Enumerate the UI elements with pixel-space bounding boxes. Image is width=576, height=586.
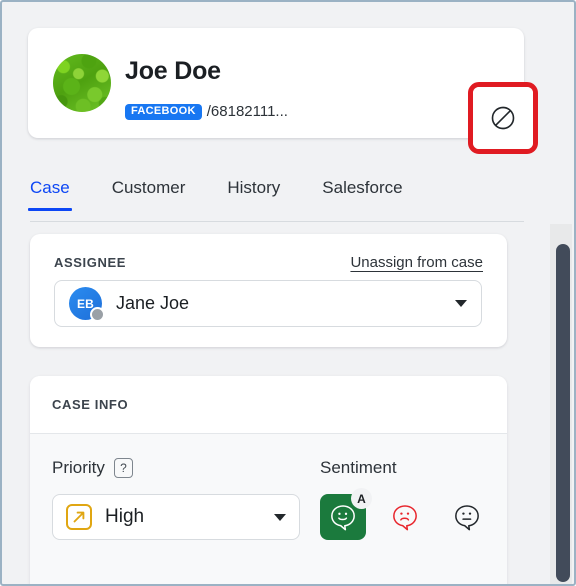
unassign-from-case-link[interactable]: Unassign from case (350, 254, 483, 271)
case-tabs: Case Customer History Salesforce (28, 178, 524, 222)
priority-value: High (105, 506, 145, 527)
priority-help-icon[interactable]: ? (113, 458, 133, 478)
sentiment-auto-badge: A (351, 488, 372, 509)
assignee-avatar: EB (69, 287, 105, 322)
case-content-scroll-area: ASSIGNEE Unassign from case EB Jane Joe … (4, 224, 552, 584)
assignee-name: Jane Joe (116, 293, 190, 313)
case-info-section-label: CASE INFO (52, 397, 129, 412)
sentiment-label: Sentiment (320, 458, 397, 477)
block-button-annotation-highlight (468, 82, 538, 154)
sentiment-field: Sentiment A (320, 458, 490, 540)
tab-salesforce[interactable]: Salesforce (322, 178, 402, 211)
vertical-scrollbar-track[interactable] (550, 224, 572, 584)
happy-face-bubble-icon (331, 505, 355, 531)
sentiment-neutral-button[interactable] (444, 494, 490, 540)
case-panel: Joe Doe FACEBOOK /68182111... Case Custo… (0, 0, 576, 586)
contact-handle: /68182111... (206, 103, 288, 120)
sentiment-label-row: Sentiment (320, 458, 490, 478)
assignee-card: ASSIGNEE Unassign from case EB Jane Joe (30, 234, 507, 347)
contact-name: Joe Doe (125, 57, 221, 85)
tab-history[interactable]: History (227, 178, 280, 211)
tab-strip: Case Customer History Salesforce (28, 178, 524, 211)
contact-header-card: Joe Doe FACEBOOK /68182111... (28, 28, 538, 154)
sentiment-options: A (320, 488, 490, 540)
assignee-section-label: ASSIGNEE (54, 255, 126, 270)
sentiment-positive-button[interactable]: A (320, 488, 372, 540)
contact-channel-row: FACEBOOK /68182111... (125, 103, 288, 120)
tab-divider (30, 221, 524, 222)
chevron-down-icon (455, 300, 467, 307)
assignee-dropdown[interactable]: EB Jane Joe (54, 280, 482, 327)
block-contact-button[interactable] (473, 87, 533, 149)
assignee-header-row: ASSIGNEE Unassign from case (54, 254, 483, 271)
ban-circle-slash-icon (491, 106, 515, 130)
arrow-up-right-icon (66, 504, 92, 530)
priority-label-row: Priority ? (52, 458, 300, 478)
vertical-scrollbar-thumb[interactable] (556, 244, 570, 582)
sentiment-negative-button[interactable] (382, 494, 428, 540)
case-info-body: Priority ? High Sentiment A (30, 434, 507, 584)
priority-field: Priority ? High (52, 458, 300, 540)
channel-badge-facebook: FACEBOOK (125, 103, 202, 120)
priority-dropdown[interactable]: High (52, 494, 300, 540)
presence-status-dot (90, 307, 105, 322)
neutral-face-bubble-icon (455, 505, 479, 531)
priority-label: Priority (52, 458, 105, 477)
tab-case[interactable]: Case (28, 178, 72, 211)
tab-customer[interactable]: Customer (112, 178, 186, 211)
contact-avatar (53, 54, 111, 112)
case-info-card: CASE INFO Priority ? High Sentiment A (30, 376, 507, 584)
chevron-down-icon (274, 513, 286, 521)
sad-face-bubble-icon (393, 505, 417, 531)
case-info-header: CASE INFO (30, 376, 507, 434)
